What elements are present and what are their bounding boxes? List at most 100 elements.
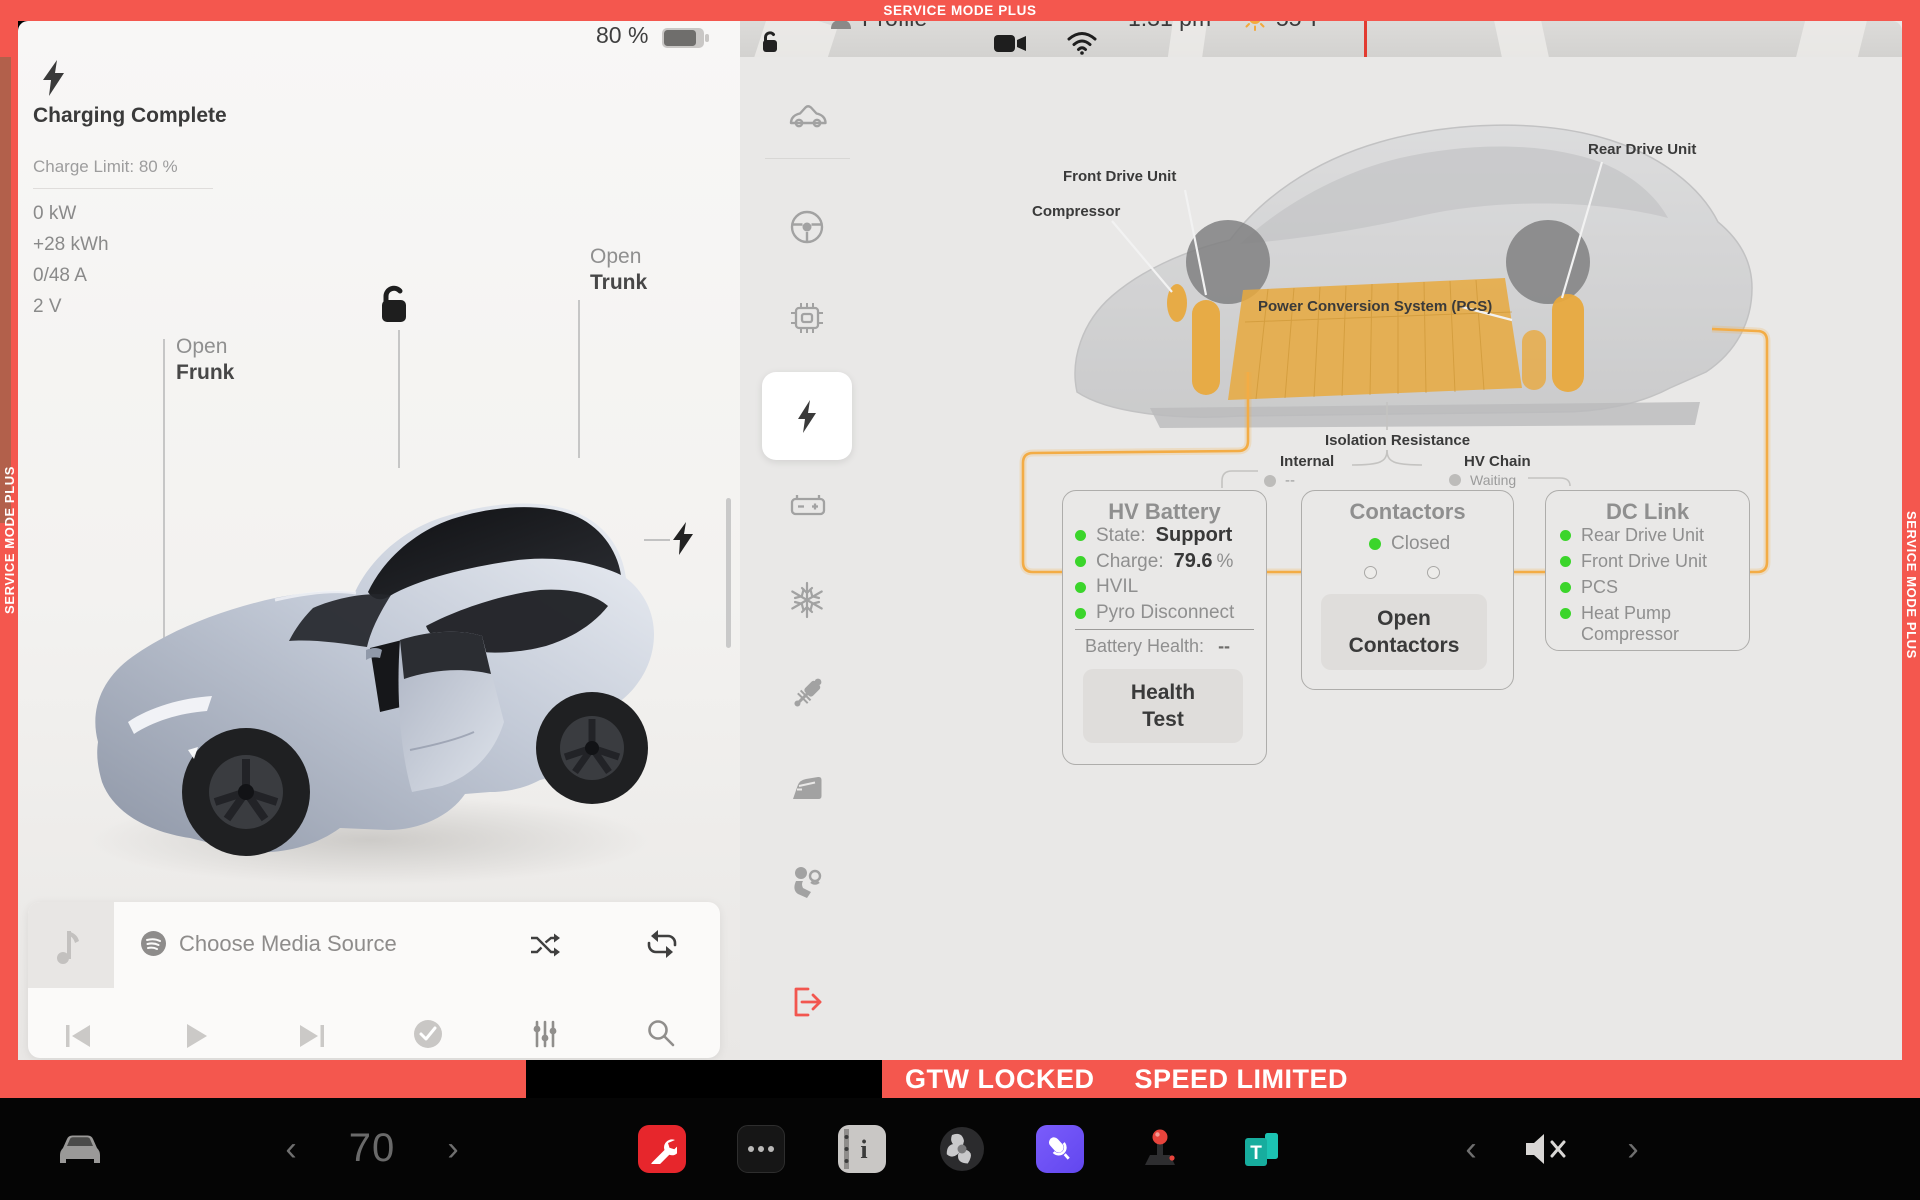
previous-track-button[interactable]	[62, 1020, 94, 1052]
ellipsis-icon	[746, 1144, 776, 1154]
sidebar-item-thermal[interactable]	[787, 580, 827, 620]
service-mode-left-banner: SERVICE MODE PLUS	[2, 425, 17, 655]
dc-link-row: Front Drive Unit	[1560, 551, 1707, 572]
service-mode-top-label: SERVICE MODE PLUS	[883, 3, 1036, 18]
volume-down-chevron[interactable]: ‹	[1456, 1126, 1486, 1172]
open-frunk-button[interactable]: Open Frunk	[176, 334, 234, 386]
open-trunk-button[interactable]: Open Trunk	[590, 244, 647, 296]
green-status-dot	[1560, 556, 1571, 567]
service-app-button[interactable]	[638, 1125, 686, 1173]
unlocked-icon[interactable]	[374, 284, 414, 326]
hv-charge-row: Charge: 79.6%	[1075, 550, 1233, 573]
health-test-button[interactable]: Health Test	[1083, 669, 1243, 743]
sidebar-item-suspension[interactable]	[787, 674, 827, 714]
dc-link-title: DC Link	[1546, 499, 1749, 525]
search-button[interactable]	[645, 1017, 677, 1049]
charging-bolt-icon	[40, 60, 70, 96]
isolation-internal-label: Internal	[1280, 453, 1334, 470]
repeat-button[interactable]	[644, 928, 680, 960]
media-player: Choose Media Source	[28, 902, 720, 1058]
card-divider	[1075, 629, 1254, 630]
dc-link-card: DC Link Rear Drive Unit Front Drive Unit…	[1545, 490, 1750, 651]
charge-energy: +28 kWh	[33, 229, 109, 260]
media-source-button[interactable]: Choose Media Source	[140, 930, 397, 957]
battery-icon	[661, 27, 711, 49]
shuffle-button[interactable]	[528, 930, 562, 960]
hv-chain-status: Waiting	[1449, 472, 1516, 488]
gray-status-dot	[1449, 474, 1461, 486]
compressor-label: Compressor	[1032, 203, 1120, 220]
fan-app-button[interactable]	[938, 1125, 986, 1173]
manual-app-button[interactable]: i	[838, 1125, 886, 1173]
speed-limited-label: SPEED LIMITED	[1134, 1064, 1348, 1095]
dashcam-icon[interactable]	[994, 33, 1028, 55]
map-road	[1793, 21, 1867, 57]
sidebar-item-low-voltage-battery[interactable]	[787, 486, 827, 526]
green-status-dot	[1560, 608, 1571, 619]
green-status-dot	[1075, 608, 1086, 619]
dc-link-row: PCS	[1560, 577, 1618, 598]
gray-status-dot	[1264, 475, 1276, 487]
temp-down-chevron[interactable]: ‹	[276, 1126, 306, 1172]
cabin-temperature[interactable]: 70	[332, 1124, 412, 1172]
contactors-title: Contactors	[1302, 499, 1513, 525]
isolation-internal-status: --	[1264, 472, 1295, 489]
more-apps-button[interactable]	[737, 1125, 785, 1173]
contactors-status-row: Closed	[1369, 533, 1450, 555]
hv-hvil-row: HVIL	[1075, 576, 1138, 598]
green-status-dot	[1075, 530, 1086, 541]
arcade-app-button[interactable]	[1136, 1125, 1184, 1173]
play-button[interactable]	[180, 1020, 212, 1052]
hv-battery-title: HV Battery	[1063, 499, 1266, 525]
autoplay-check-button[interactable]	[411, 1017, 445, 1051]
vehicle-unlocked-icon[interactable]	[758, 30, 782, 54]
gtw-locked-label: GTW LOCKED	[905, 1064, 1094, 1095]
spotify-icon	[140, 930, 167, 957]
svg-text:i: i	[860, 1135, 867, 1164]
volume-up-chevron[interactable]: ›	[1618, 1126, 1648, 1172]
microphone-icon	[1044, 1133, 1076, 1165]
volume-mute-button[interactable]	[1520, 1126, 1576, 1172]
sidebar-item-vehicle[interactable]	[787, 96, 827, 136]
charge-limit-label[interactable]: Charge Limit: 80 %	[33, 157, 178, 177]
speaker-muted-icon	[1522, 1131, 1574, 1167]
pcs-label: Power Conversion System (PCS)	[1258, 298, 1492, 315]
next-track-button[interactable]	[296, 1020, 328, 1052]
service-mode-top-banner: SERVICE MODE PLUS	[0, 0, 1920, 21]
sidebar-item-airbag[interactable]	[787, 862, 827, 902]
battery-health-row: Battery Health: --	[1085, 636, 1230, 657]
green-status-dot	[1075, 582, 1086, 593]
sidebar-item-computer[interactable]	[787, 298, 827, 338]
charge-power: 0 kW	[33, 198, 109, 229]
temp-up-chevron[interactable]: ›	[438, 1126, 468, 1172]
sidebar-item-steering[interactable]	[787, 207, 827, 247]
joystick-icon	[1136, 1125, 1184, 1173]
sidebar-item-exit-service-icon[interactable]	[787, 982, 827, 1022]
green-status-dot	[1369, 538, 1381, 550]
sidebar-item-closures[interactable]	[787, 767, 827, 807]
fan-icon	[938, 1125, 986, 1173]
toybox-app-button[interactable]: T	[1238, 1125, 1286, 1173]
sidebar-divider	[765, 158, 850, 159]
green-status-dot	[1075, 556, 1086, 567]
contactor-node	[1427, 566, 1440, 579]
green-status-dot	[1560, 582, 1571, 593]
battery-percent: 80 %	[596, 22, 648, 49]
contactor-node	[1364, 566, 1377, 579]
wifi-icon[interactable]	[1066, 30, 1098, 55]
divider	[33, 188, 213, 189]
sidebar-item-high-voltage[interactable]	[787, 396, 827, 436]
equalizer-button[interactable]	[529, 1018, 561, 1050]
service-mode-right-banner: SERVICE MODE PLUS	[1904, 470, 1919, 700]
vehicle-3d-render[interactable]	[70, 420, 680, 895]
left-panel-scrollbar[interactable]	[726, 498, 731, 648]
karaoke-app-button[interactable]	[1036, 1125, 1084, 1173]
contactors-card: Contactors Closed Open Contactors	[1301, 490, 1514, 690]
bottom-black-overlay	[526, 1060, 882, 1098]
music-note-icon	[54, 925, 88, 965]
green-status-dot	[1560, 530, 1571, 541]
wrench-icon	[647, 1134, 677, 1164]
charging-status-title: Charging Complete	[33, 104, 227, 128]
open-contactors-button[interactable]: Open Contactors	[1321, 594, 1487, 670]
car-controls-button[interactable]	[52, 1124, 108, 1172]
